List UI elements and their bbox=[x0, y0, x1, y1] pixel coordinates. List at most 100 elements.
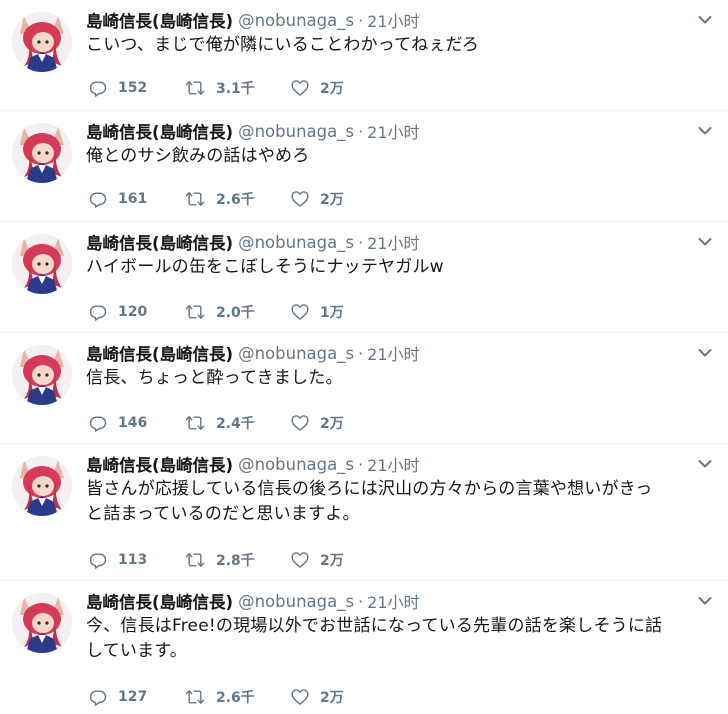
reply-count: 127 bbox=[118, 689, 148, 705]
reply-icon bbox=[89, 690, 107, 706]
retweet-button[interactable]: 3.1千 bbox=[184, 78, 290, 98]
chevron-down-icon[interactable] bbox=[698, 348, 712, 358]
like-count: 2万 bbox=[320, 690, 344, 706]
retweet-button[interactable]: 2.0千 bbox=[184, 302, 290, 322]
reply-icon bbox=[89, 416, 107, 432]
user-handle[interactable]: @nobunaga_s bbox=[238, 122, 354, 141]
tweet-header: 島崎信長(島崎信長) @nobunaga_s · 21小时 bbox=[86, 119, 420, 143]
chevron-down-icon[interactable] bbox=[698, 237, 712, 247]
tweet-text-line: ハイボールの缶をこぼしそうにナッテヤガルw bbox=[86, 257, 444, 277]
tweet-text: こいつ、まじで俺が隣にいることわかってねぇだろ bbox=[86, 33, 696, 58]
retweet-button[interactable]: 2.8千 bbox=[184, 550, 290, 570]
reply-count: 146 bbox=[118, 415, 148, 431]
like-button[interactable]: 1万 bbox=[290, 302, 370, 322]
retweet-icon bbox=[185, 416, 205, 430]
avatar[interactable] bbox=[12, 234, 72, 294]
like-button[interactable]: 2万 bbox=[290, 189, 370, 209]
user-handle[interactable]: @nobunaga_s bbox=[238, 233, 354, 252]
tweet[interactable]: 島崎信長(島崎信長) @nobunaga_s · 21小时 今、信長はFree!… bbox=[0, 581, 728, 714]
display-name[interactable]: 島崎信長(島崎信長) bbox=[86, 230, 233, 254]
reply-count: 161 bbox=[118, 191, 148, 207]
user-handle[interactable]: @nobunaga_s bbox=[238, 455, 354, 474]
like-button[interactable]: 2万 bbox=[290, 78, 370, 98]
avatar[interactable] bbox=[12, 456, 72, 516]
tweet-text-line: 俺とのサシ飲みの話はやめろ bbox=[86, 146, 310, 166]
tweet-actions: 152 3.1千 2万 bbox=[88, 77, 370, 99]
like-button[interactable]: 2万 bbox=[290, 550, 370, 570]
retweet-count: 2.6千 bbox=[216, 690, 255, 706]
like-button[interactable]: 2万 bbox=[290, 687, 370, 707]
chevron-down-icon[interactable] bbox=[698, 15, 712, 25]
retweet-count: 2.0千 bbox=[216, 305, 255, 321]
heart-icon bbox=[291, 80, 309, 96]
tweet[interactable]: 島崎信長(島崎信長) @nobunaga_s · 21小时 俺とのサシ飲みの話は… bbox=[0, 111, 728, 222]
heart-icon bbox=[291, 415, 309, 431]
avatar[interactable] bbox=[12, 12, 72, 72]
like-count: 1万 bbox=[320, 305, 344, 321]
display-name[interactable]: 島崎信長(島崎信長) bbox=[86, 119, 233, 143]
tweet-text: 俺とのサシ飲みの話はやめろ bbox=[86, 144, 696, 169]
retweet-button[interactable]: 2.6千 bbox=[184, 687, 290, 707]
reply-count: 113 bbox=[118, 552, 148, 568]
like-count: 2万 bbox=[320, 553, 344, 569]
display-name[interactable]: 島崎信長(島崎信長) bbox=[86, 452, 233, 476]
separator: · bbox=[358, 454, 364, 474]
reply-icon bbox=[89, 305, 107, 321]
avatar[interactable] bbox=[12, 345, 72, 405]
timestamp[interactable]: 21小时 bbox=[367, 230, 419, 254]
timestamp[interactable]: 21小时 bbox=[367, 589, 419, 613]
tweet-actions: 161 2.6千 2万 bbox=[88, 188, 370, 210]
avatar[interactable] bbox=[12, 593, 72, 653]
chevron-down-icon[interactable] bbox=[698, 126, 712, 136]
tweet-header: 島崎信長(島崎信長) @nobunaga_s · 21小时 bbox=[86, 589, 420, 613]
display-name[interactable]: 島崎信長(島崎信長) bbox=[86, 341, 233, 365]
timestamp[interactable]: 21小时 bbox=[367, 8, 419, 32]
retweet-count: 2.6千 bbox=[216, 192, 255, 208]
tweet-actions: 113 2.8千 2万 bbox=[88, 549, 370, 571]
retweet-button[interactable]: 2.4千 bbox=[184, 413, 290, 433]
retweet-count: 3.1千 bbox=[216, 81, 255, 97]
reply-icon bbox=[89, 192, 107, 208]
retweet-icon bbox=[185, 81, 205, 95]
reply-button[interactable]: 127 bbox=[88, 687, 184, 707]
timestamp[interactable]: 21小时 bbox=[367, 119, 419, 143]
heart-icon bbox=[291, 304, 309, 320]
user-handle[interactable]: @nobunaga_s bbox=[238, 592, 354, 611]
retweet-icon bbox=[185, 553, 205, 567]
user-handle[interactable]: @nobunaga_s bbox=[238, 344, 354, 363]
timestamp[interactable]: 21小时 bbox=[367, 452, 419, 476]
reply-button[interactable]: 146 bbox=[88, 413, 184, 433]
separator: · bbox=[358, 10, 364, 30]
avatar[interactable] bbox=[12, 123, 72, 183]
tweet[interactable]: 島崎信長(島崎信長) @nobunaga_s · 21小时 信長、ちょっと酔って… bbox=[0, 333, 728, 444]
chevron-down-icon[interactable] bbox=[698, 459, 712, 469]
display-name[interactable]: 島崎信長(島崎信長) bbox=[86, 589, 233, 613]
user-handle[interactable]: @nobunaga_s bbox=[238, 11, 354, 30]
tweet[interactable]: 島崎信長(島崎信長) @nobunaga_s · 21小时 こいつ、まじで俺が隣… bbox=[0, 0, 728, 111]
tweet-actions: 120 2.0千 1万 bbox=[88, 301, 370, 323]
tweet-actions: 127 2.6千 2万 bbox=[88, 686, 370, 708]
like-count: 2万 bbox=[320, 192, 344, 208]
retweet-button[interactable]: 2.6千 bbox=[184, 189, 290, 209]
tweet-text: ハイボールの缶をこぼしそうにナッテヤガルw bbox=[86, 255, 696, 280]
reply-button[interactable]: 161 bbox=[88, 189, 184, 209]
separator: · bbox=[358, 343, 364, 363]
display-name[interactable]: 島崎信長(島崎信長) bbox=[86, 8, 233, 32]
tweet[interactable]: 島崎信長(島崎信長) @nobunaga_s · 21小时 皆さんが応援している… bbox=[0, 444, 728, 581]
like-button[interactable]: 2万 bbox=[290, 413, 370, 433]
like-count: 2万 bbox=[320, 81, 344, 97]
tweet[interactable]: 島崎信長(島崎信長) @nobunaga_s · 21小时 ハイボールの缶をこぼ… bbox=[0, 222, 728, 333]
reply-button[interactable]: 113 bbox=[88, 550, 184, 570]
tweet-text-line: 今、信長はFree!の現場以外でお世話になっている先輩の話を楽しそうに話 bbox=[86, 616, 663, 636]
tweet-text: 皆さんが応援している信長の後ろには沢山の方々からの言葉や想いがきっ と詰まってい… bbox=[86, 477, 696, 527]
reply-count: 152 bbox=[118, 80, 148, 96]
reply-button[interactable]: 120 bbox=[88, 302, 184, 322]
separator: · bbox=[358, 121, 364, 141]
separator: · bbox=[358, 591, 364, 611]
reply-icon bbox=[89, 553, 107, 569]
reply-button[interactable]: 152 bbox=[88, 78, 184, 98]
tweet-text: 今、信長はFree!の現場以外でお世話になっている先輩の話を楽しそうに話 してい… bbox=[86, 614, 696, 664]
timestamp[interactable]: 21小时 bbox=[367, 341, 419, 365]
retweet-icon bbox=[185, 305, 205, 319]
chevron-down-icon[interactable] bbox=[698, 596, 712, 606]
